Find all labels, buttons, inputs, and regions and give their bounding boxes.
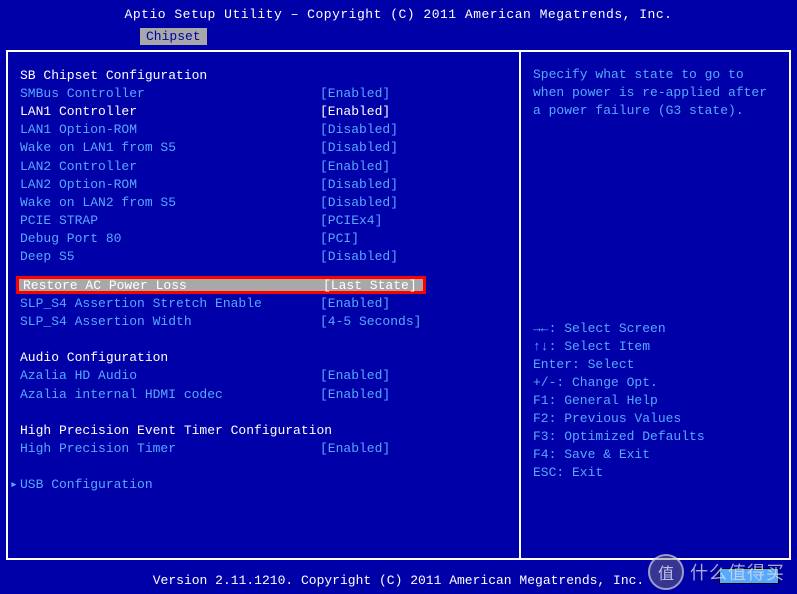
setting-value: [Enabled] xyxy=(320,159,390,174)
tab-row: Chipset xyxy=(0,28,797,46)
watermark: 值 什么值得买 xyxy=(648,554,785,590)
setting-value: [Enabled] xyxy=(320,296,390,311)
setting-label: SLP_S4 Assertion Width xyxy=(20,314,320,329)
setting-label: SMBus Controller xyxy=(20,86,320,101)
setting-label: SLP_S4 Assertion Stretch Enable xyxy=(20,296,320,311)
setting-value: [PCI] xyxy=(320,231,359,246)
setting-label: Wake on LAN2 from S5 xyxy=(20,195,320,210)
nav-hint: ESC: Exit xyxy=(533,464,781,482)
title-text: Aptio Setup Utility – Copyright (C) 2011… xyxy=(125,7,673,22)
nav-hint: Enter: Select xyxy=(533,356,781,374)
setting-row[interactable]: Azalia internal HDMI codec[Enabled] xyxy=(20,385,511,403)
nav-hint: F2: Previous Values xyxy=(533,410,781,428)
setting-label: Azalia internal HDMI codec xyxy=(20,387,320,402)
nav-help: →←: Select Screen↑↓: Select ItemEnter: S… xyxy=(533,320,781,482)
title-bar: Aptio Setup Utility – Copyright (C) 2011… xyxy=(0,0,797,28)
spacer xyxy=(20,331,511,349)
usb-configuration-submenu[interactable]: USB Configuration xyxy=(20,476,511,494)
setting-row[interactable]: SLP_S4 Assertion Stretch Enable[Enabled] xyxy=(20,294,511,312)
main-area: SB Chipset Configuration SMBus Controlle… xyxy=(6,50,791,560)
nav-hint: →←: Select Screen xyxy=(533,320,781,338)
setting-row[interactable]: SLP_S4 Assertion Width[4-5 Seconds] xyxy=(20,312,511,330)
nav-hint: F3: Optimized Defaults xyxy=(533,428,781,446)
setting-row[interactable]: LAN2 Controller[Enabled] xyxy=(20,157,511,175)
help-panel: Specify what state to go to when power i… xyxy=(521,52,789,558)
setting-value: [Disabled] xyxy=(320,249,398,264)
footer-text: Version 2.11.1210. Copyright (C) 2011 Am… xyxy=(153,573,644,588)
setting-value: [Disabled] xyxy=(320,195,398,210)
setting-label: Deep S5 xyxy=(20,249,320,264)
nav-hint: ↑↓: Select Item xyxy=(533,338,781,356)
help-text: Specify what state to go to when power i… xyxy=(533,66,781,120)
section-header: SB Chipset Configuration xyxy=(20,66,511,84)
setting-value: [Enabled] xyxy=(320,368,390,383)
setting-value: [Last State] xyxy=(323,278,417,293)
section-label: Audio Configuration xyxy=(20,350,168,365)
setting-row[interactable]: Wake on LAN2 from S5[Disabled] xyxy=(20,193,511,211)
section-header: Audio Configuration xyxy=(20,349,511,367)
setting-value: [4-5 Seconds] xyxy=(320,314,421,329)
restore-ac-power-loss-row[interactable]: Restore AC Power Loss [Last State] xyxy=(16,276,426,294)
setting-row[interactable]: LAN1 Option-ROM[Disabled] xyxy=(20,121,511,139)
setting-label: High Precision Timer xyxy=(20,441,320,456)
section-label: High Precision Event Timer Configuration xyxy=(20,423,332,438)
setting-value: [Enabled] xyxy=(320,104,390,119)
spacer xyxy=(20,266,511,276)
section-label: SB Chipset Configuration xyxy=(20,68,207,83)
setting-row[interactable]: Azalia HD Audio[Enabled] xyxy=(20,367,511,385)
setting-value: [PCIEx4] xyxy=(320,213,382,228)
setting-row[interactable]: High Precision Timer[Enabled] xyxy=(20,439,511,457)
setting-label: LAN1 Controller xyxy=(20,104,320,119)
setting-label: LAN2 Option-ROM xyxy=(20,177,320,192)
setting-row[interactable]: Deep S5[Disabled] xyxy=(20,248,511,266)
setting-row[interactable]: PCIE STRAP[PCIEx4] xyxy=(20,212,511,230)
setting-value: [Disabled] xyxy=(320,122,398,137)
spacer xyxy=(20,403,511,421)
setting-value: [Enabled] xyxy=(320,86,390,101)
setting-value: [Enabled] xyxy=(320,441,390,456)
bios-root: Aptio Setup Utility – Copyright (C) 2011… xyxy=(0,0,797,594)
setting-label: PCIE STRAP xyxy=(20,213,320,228)
section-header: High Precision Event Timer Configuration xyxy=(20,421,511,439)
setting-label: Azalia HD Audio xyxy=(20,368,320,383)
settings-panel: SB Chipset Configuration SMBus Controlle… xyxy=(8,52,521,558)
spacer xyxy=(20,458,511,476)
setting-label: Debug Port 80 xyxy=(20,231,320,246)
nav-hint: F4: Save & Exit xyxy=(533,446,781,464)
watermark-icon: 值 xyxy=(648,554,684,590)
setting-row[interactable]: Debug Port 80[PCI] xyxy=(20,230,511,248)
setting-row[interactable]: LAN2 Option-ROM[Disabled] xyxy=(20,175,511,193)
setting-label: Wake on LAN1 from S5 xyxy=(20,140,320,155)
nav-hint: F1: General Help xyxy=(533,392,781,410)
setting-label: Restore AC Power Loss xyxy=(23,278,323,293)
submenu-label: USB Configuration xyxy=(20,477,153,492)
tab-chipset[interactable]: Chipset xyxy=(140,28,207,45)
setting-row[interactable]: LAN1 Controller[Enabled] xyxy=(20,102,511,120)
setting-label: LAN2 Controller xyxy=(20,159,320,174)
setting-label: LAN1 Option-ROM xyxy=(20,122,320,137)
setting-value: [Disabled] xyxy=(320,177,398,192)
setting-value: [Disabled] xyxy=(320,140,398,155)
watermark-text: 什么值得买 xyxy=(690,559,785,585)
setting-row[interactable]: Wake on LAN1 from S5[Disabled] xyxy=(20,139,511,157)
setting-row[interactable]: SMBus Controller[Enabled] xyxy=(20,84,511,102)
setting-value: [Enabled] xyxy=(320,387,390,402)
nav-hint: +/-: Change Opt. xyxy=(533,374,781,392)
